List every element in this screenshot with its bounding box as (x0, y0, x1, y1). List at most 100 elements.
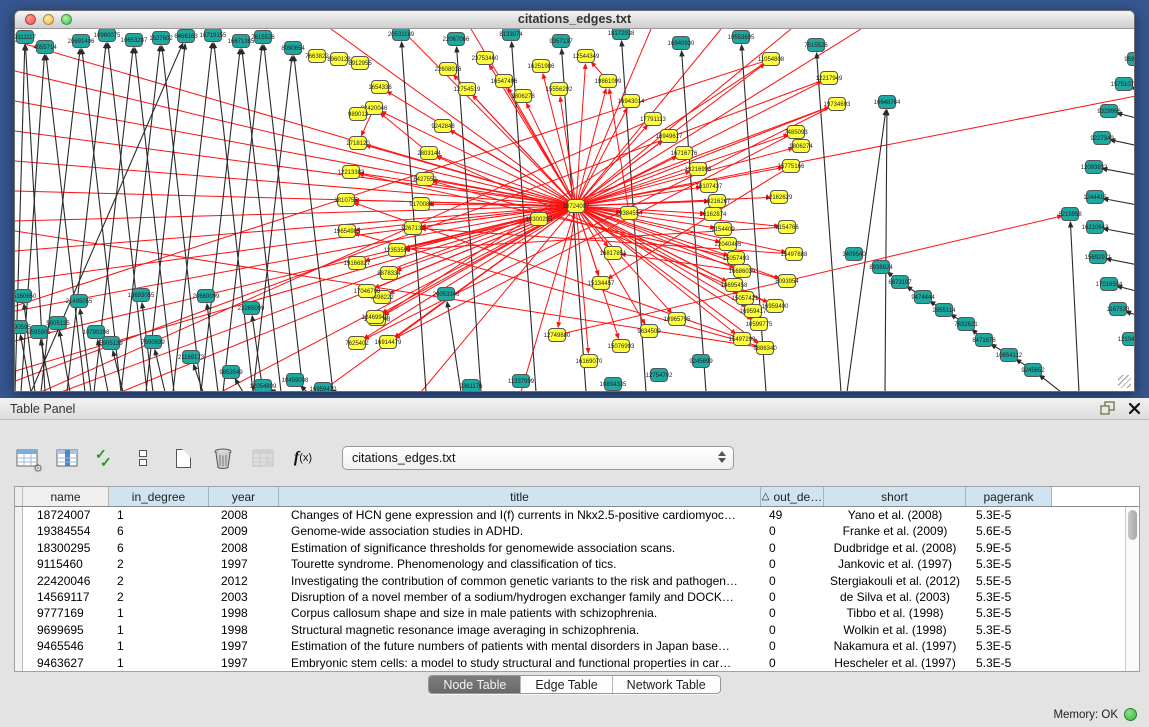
table-cell[interactable]: 2009 (209, 523, 279, 539)
graph-node[interactable]: 12754702 (646, 369, 673, 382)
graph-node[interactable]: 20691406 (68, 35, 95, 48)
graph-node[interactable]: 989013 (348, 108, 369, 121)
graph-node[interactable]: 19861099 (595, 75, 622, 88)
graph-node[interactable]: 1527602 (149, 32, 173, 45)
graph-node[interactable]: 23753460 (472, 52, 499, 65)
graph-node[interactable]: 15556292 (546, 83, 573, 96)
graph-node[interactable]: 25160650 (15, 290, 37, 303)
table-cell[interactable]: 2012 (209, 573, 279, 589)
graph-node[interactable]: 3409540 (842, 248, 866, 261)
graph-node[interactable]: 8938924 (869, 261, 893, 274)
graph-node[interactable]: 16940930 (668, 37, 695, 50)
graph-node[interactable]: 10965795 (664, 313, 691, 326)
table-row[interactable]: 1830029562008Estimation of significance … (15, 540, 1139, 556)
table-cell[interactable]: 0 (761, 605, 824, 621)
graph-node[interactable]: 10654112 (996, 349, 1023, 362)
graph-node[interactable]: 15076993 (608, 340, 635, 353)
graph-node[interactable]: 9242848 (431, 120, 455, 133)
graph-node[interactable]: 15057493 (723, 252, 750, 265)
graph-node[interactable]: 16686039 (729, 265, 756, 278)
table-cell[interactable]: Stergiakouli et al. (2012) (824, 573, 966, 589)
table-cell[interactable]: 6 (109, 523, 209, 539)
graph-node[interactable]: 15134457 (588, 277, 615, 290)
graph-node[interactable]: 9595917 (1124, 53, 1134, 66)
graph-edge[interactable] (576, 29, 791, 206)
column-header-pagerank[interactable]: pagerank (966, 487, 1052, 506)
graph-edge[interactable] (24, 304, 35, 391)
graph-edge[interactable] (15, 131, 576, 206)
table-cell[interactable]: 9777169 (23, 605, 109, 621)
table-cell[interactable]: 1 (109, 507, 209, 523)
graph-node[interactable]: 5905139 (99, 337, 123, 350)
graph-node[interactable]: 10834335 (600, 378, 627, 391)
graph-node[interactable]: 8215958 (1058, 208, 1082, 221)
graph-node[interactable]: 9806274 (789, 140, 813, 153)
table-cell[interactable]: 5.6E-5 (966, 523, 1052, 539)
column-header-year[interactable]: year (209, 487, 279, 506)
table-row[interactable]: 1938455462009Genome-wide association stu… (15, 523, 1139, 539)
table-cell[interactable]: 0 (761, 655, 824, 671)
table-cell[interactable]: Yano et al. (2008) (824, 507, 966, 523)
window-titlebar[interactable]: citations_edges.txt (15, 11, 1134, 29)
column-header-out-degree[interactable]: △ out_de… (761, 487, 824, 506)
graph-node[interactable]: 16251986 (528, 60, 555, 73)
graph-node[interactable]: 9227349 (1090, 132, 1114, 145)
column-header-name[interactable]: name (23, 487, 109, 506)
table-cell[interactable]: 1 (109, 605, 209, 621)
table-cell[interactable]: Corpus callosum shape and size in male p… (279, 605, 761, 621)
tab-network-table[interactable]: Network Table (613, 676, 720, 693)
table-cell[interactable]: 5.3E-5 (966, 507, 1052, 523)
table-cell[interactable]: 18300295 (23, 540, 109, 556)
table-cell[interactable]: 1998 (209, 605, 279, 621)
float-panel-icon[interactable] (1100, 401, 1116, 415)
graph-node[interactable]: 1244415 (1083, 191, 1107, 204)
table-cell[interactable]: 1 (109, 622, 209, 638)
graph-node[interactable]: 12749880 (544, 329, 571, 342)
graph-node[interactable]: 16943014 (618, 95, 645, 108)
graph-node[interactable]: 10459008 (282, 374, 309, 387)
table-cell[interactable]: de Silva et al. (2003) (824, 589, 966, 605)
graph-edge[interactable] (1103, 198, 1134, 207)
graph-node[interactable]: 12544349 (573, 50, 600, 63)
graph-node[interactable]: 9806278 (511, 90, 535, 103)
table-cell[interactable]: 5.3E-5 (966, 622, 1052, 638)
graph-node[interactable]: 8878334 (377, 267, 401, 280)
graph-node[interactable]: 2718120 (346, 137, 370, 150)
table-cell[interactable]: 22420046 (23, 573, 109, 589)
column-header-short[interactable]: short (824, 487, 966, 506)
table-cell[interactable]: 5.3E-5 (966, 605, 1052, 621)
graph-node[interactable]: 9154409 (711, 223, 735, 236)
table-cell[interactable]: 9115460 (23, 556, 109, 572)
graph-node[interactable]: 9361176 (460, 380, 484, 392)
table-cell[interactable]: 5.3E-5 (966, 638, 1052, 654)
graph-node[interactable]: 7515526 (804, 39, 828, 52)
table-cell[interactable]: Nakamura et al. (1997) (824, 638, 966, 654)
table-cell[interactable]: 14569117 (23, 589, 109, 605)
graph-node[interactable]: 11054808 (758, 53, 785, 66)
graph-node[interactable]: 20660099 (193, 290, 220, 303)
graph-node[interactable]: 9329966 (1097, 105, 1121, 118)
graph-node[interactable]: 6873197 (888, 276, 912, 289)
function-icon[interactable]: f(x) (290, 445, 316, 471)
graph-node[interactable]: 10599775 (746, 318, 773, 331)
graph-edge[interactable] (1039, 375, 1061, 391)
graph-edge[interactable] (113, 351, 123, 391)
table-cell[interactable]: Structural magnetic resonance image aver… (279, 622, 761, 638)
table-cell[interactable]: 18724007 (23, 507, 109, 523)
graph-node[interactable]: 7632621 (954, 318, 978, 331)
table-cell[interactable]: Wolkin et al. (1998) (824, 622, 966, 638)
graph-node[interactable]: 12104099 (1118, 333, 1134, 346)
table-cell[interactable]: 49 (761, 507, 824, 523)
graph-node[interactable]: 21169173 (178, 351, 205, 364)
table-cell[interactable]: Embryonic stem cells: a model to study s… (279, 655, 761, 671)
graph-node[interactable]: 4055714 (33, 41, 57, 54)
table-cell[interactable]: Estimation of the future numbers of pati… (279, 638, 761, 654)
graph-node[interactable]: 9853549 (219, 366, 243, 379)
graph-node[interactable]: 16210643 (1082, 221, 1109, 234)
table-row[interactable]: 911546021997Tourette syndrome. Phenomeno… (15, 556, 1139, 572)
table-cell[interactable]: 1997 (209, 638, 279, 654)
graph-node[interactable]: 8912955 (348, 57, 372, 70)
graph-edge[interactable] (80, 309, 91, 391)
citation-network-graph[interactable]: 1872400792428482803144842755291700869267… (15, 29, 1134, 391)
table-settings-icon[interactable]: ⚙ (14, 445, 40, 471)
